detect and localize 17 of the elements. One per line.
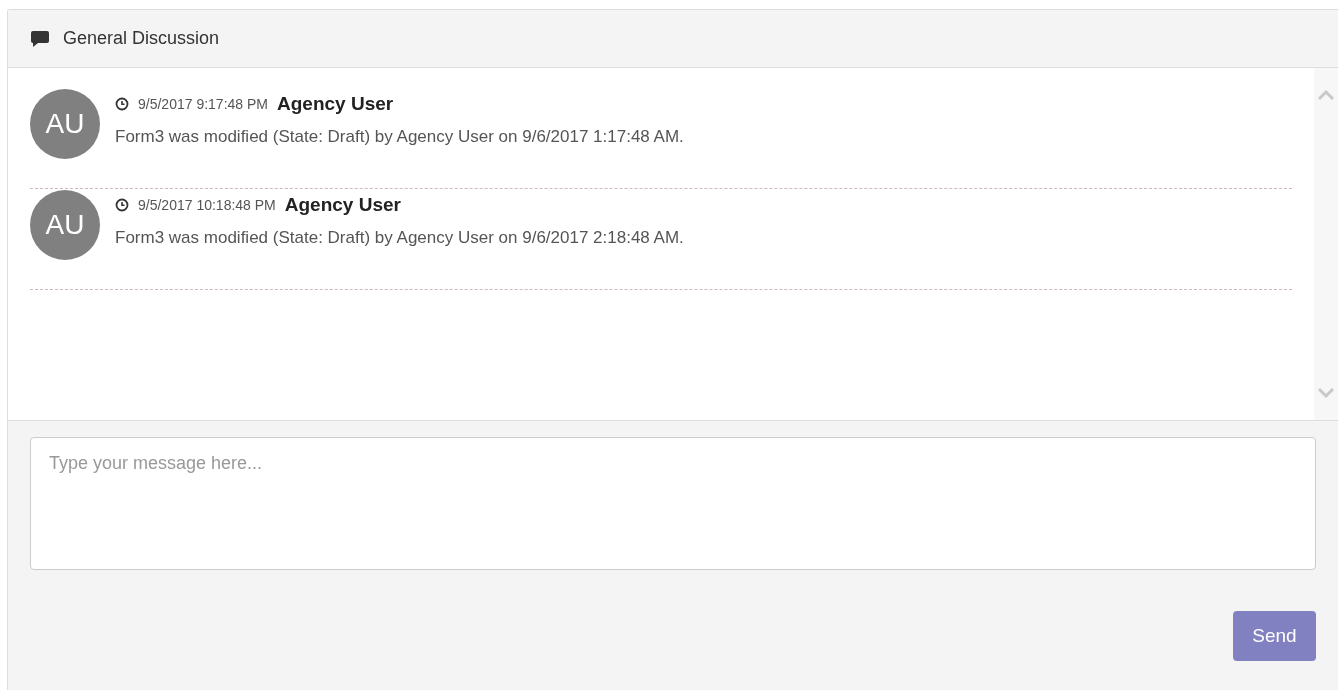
avatar: AU (30, 89, 100, 159)
scrollbar[interactable] (1314, 68, 1338, 420)
author-name: Agency User (284, 193, 401, 217)
author-name: Agency User (277, 92, 394, 116)
scroll-down-icon[interactable] (1318, 388, 1334, 398)
send-button[interactable]: Send (1233, 611, 1316, 661)
message-time: 9/5/2017 9:17:48 PM (138, 94, 268, 114)
panel-title: General Discussion (63, 27, 220, 50)
avatar: AU (30, 190, 100, 260)
message-input[interactable]: Type your message here... (30, 437, 1316, 570)
message-text: Form3 was modified (State: Draft) by Agency User on 9/6/2017 1:17:48 AM. (115, 125, 684, 148)
speech-bubble-icon (30, 29, 50, 48)
clock-icon (115, 198, 129, 213)
message-time: 9/5/2017 10:18:48 PM (138, 195, 276, 215)
message-text: Form3 was modified (State: Draft) by Agency User on 9/6/2017 2:18:48 AM. (115, 226, 684, 249)
clock-icon (115, 97, 129, 112)
scroll-up-icon[interactable] (1318, 90, 1334, 100)
